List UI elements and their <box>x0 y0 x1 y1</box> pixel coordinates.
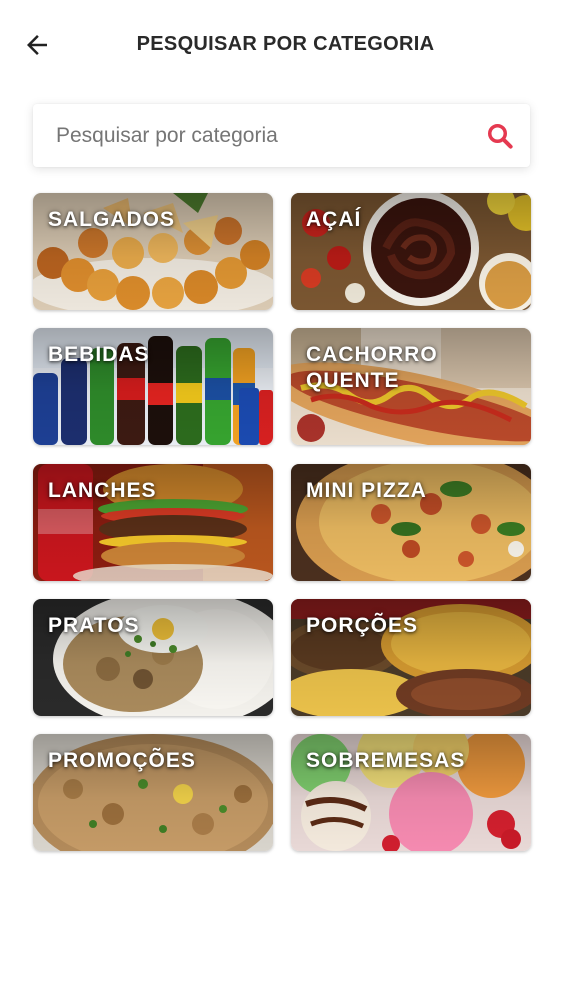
category-label: SOBREMESAS <box>306 749 466 772</box>
page-title: PESQUISAR POR CATEGORIA <box>136 33 435 55</box>
category-card-mini-pizza[interactable]: MINI PIZZA <box>291 464 531 581</box>
app-screen: PESQUISAR POR CATEGORIA Pesquisar por ca… <box>0 0 563 1000</box>
category-card-porcoes[interactable]: PORÇÕES <box>291 599 531 716</box>
header-bar: PESQUISAR POR CATEGORIA <box>0 0 563 90</box>
category-card-lanches[interactable]: LANCHES <box>33 464 273 581</box>
search-bar <box>33 104 530 167</box>
search-button[interactable] <box>470 104 530 167</box>
category-card-pratos[interactable]: PRATOS <box>33 599 273 716</box>
category-card-sobremesas[interactable]: SOBREMESAS <box>291 734 531 851</box>
category-label: PROMOÇÕES <box>48 749 196 772</box>
search-icon <box>488 123 513 149</box>
category-label: MINI PIZZA <box>306 479 427 502</box>
category-label: CACHORRO QUENTE <box>306 343 438 392</box>
category-card-cachorro-quente[interactable]: CACHORRO QUENTE <box>291 328 531 445</box>
category-card-salgados[interactable]: SALGADOS <box>33 193 273 310</box>
category-label: BEBIDAS <box>48 343 150 366</box>
category-label: PORÇÕES <box>306 614 419 637</box>
category-card-acai[interactable]: AÇAÍ <box>291 193 531 310</box>
category-card-promocoes[interactable]: PROMOÇÕES <box>33 734 273 851</box>
category-label: AÇAÍ <box>306 208 362 231</box>
category-label: SALGADOS <box>48 208 176 231</box>
category-label: LANCHES <box>48 479 157 502</box>
category-card-bebidas[interactable]: BEBIDAS <box>33 328 273 445</box>
search-input[interactable] <box>33 104 470 167</box>
category-label: PRATOS <box>48 614 140 637</box>
